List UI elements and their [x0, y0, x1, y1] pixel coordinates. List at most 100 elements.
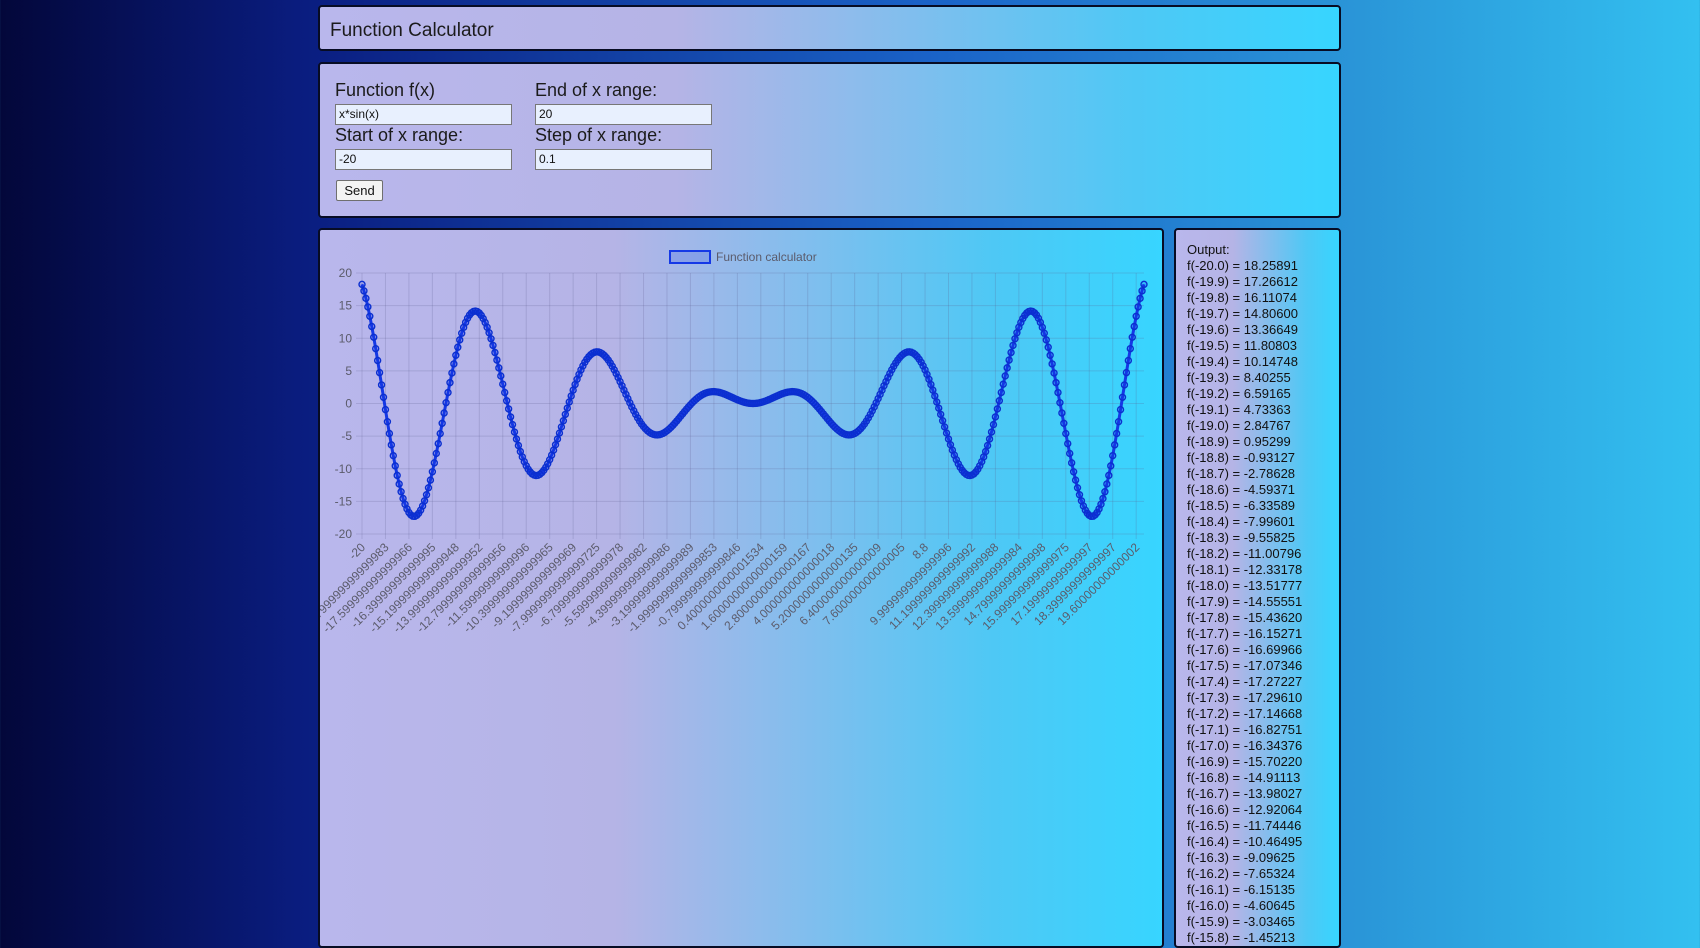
output-line: f(-17.7) = -16.15271 [1187, 626, 1303, 641]
end-range-input[interactable]: 20 [535, 104, 712, 125]
output-line: f(-19.4) = 10.14748 [1187, 354, 1298, 369]
data-point [1075, 491, 1084, 499]
output-line: f(-19.5) = 11.80803 [1187, 338, 1297, 353]
output-line: f(-19.6) = 13.36649 [1187, 322, 1298, 337]
data-point [452, 351, 460, 359]
output-line: f(-17.2) = -17.14668 [1187, 706, 1303, 721]
data-point [1120, 381, 1129, 389]
y-tick-label: -5 [341, 429, 352, 443]
output-line: f(-15.9) = -3.03465 [1187, 914, 1296, 929]
data-point [446, 378, 454, 387]
output-line: f(-15.8) = -1.45213 [1187, 930, 1296, 945]
output-line: f(-16.8) = -14.91113 [1187, 770, 1301, 785]
data-point [1040, 329, 1048, 337]
data-point [457, 329, 466, 337]
data-point [987, 428, 996, 436]
y-tick-label: 5 [345, 364, 352, 378]
data-point [983, 441, 992, 450]
data-point [1073, 484, 1082, 492]
function-label: Function f(x) [335, 80, 436, 100]
data-point [981, 447, 990, 456]
data-point [510, 428, 519, 436]
end-range-label: End of x range: [535, 80, 658, 100]
start-range-label: Start of x range: [335, 125, 464, 145]
data-point [377, 381, 386, 389]
data-point [491, 348, 499, 357]
send-button[interactable]: Send [336, 180, 383, 201]
data-point [501, 388, 509, 397]
data-point [391, 462, 399, 470]
data-point [428, 468, 437, 476]
data-point [456, 336, 464, 344]
function-input[interactable]: x*sin(x) [335, 104, 512, 125]
data-point [430, 459, 439, 467]
output-line: f(-17.0) = -16.34376 [1187, 738, 1303, 753]
data-point [1124, 356, 1133, 365]
data-point [424, 484, 433, 492]
output-line: f(-17.8) = -15.43620 [1187, 610, 1303, 625]
data-point [438, 419, 446, 428]
data-point [1054, 388, 1062, 397]
output-line: f(-19.2) = 6.59165 [1187, 386, 1291, 401]
data-point [1038, 323, 1047, 332]
output-line: f(-16.5) = -11.74446 [1187, 818, 1302, 833]
data-point [506, 413, 515, 421]
output-line: f(-18.7) = -2.78628 [1187, 466, 1296, 481]
data-point [1007, 348, 1015, 357]
data-point [450, 360, 458, 368]
output-line: f(-16.9) = -15.70220 [1187, 754, 1303, 769]
data-point [454, 343, 462, 351]
data-point [1140, 280, 1148, 289]
step-range-input[interactable]: 0.1 [535, 149, 712, 170]
data-point [561, 410, 570, 419]
data-point [370, 333, 378, 341]
data-point [444, 388, 452, 397]
output-line: f(-18.8) = -0.93127 [1187, 450, 1296, 465]
data-point [1058, 409, 1066, 417]
output-line: f(-18.1) = -12.33178 [1187, 562, 1303, 577]
data-point [942, 429, 951, 437]
output-panel: Output: f(-20.0) = 18.25891 f(-19.9) = 17… [1174, 228, 1341, 948]
data-point [432, 449, 440, 458]
output-line: f(-17.4) = -17.27227 [1187, 674, 1303, 689]
data-point [1116, 405, 1125, 414]
data-point [420, 497, 429, 505]
start-range-input[interactable]: -20 [335, 149, 512, 170]
data-point [1105, 471, 1113, 480]
data-point [436, 429, 444, 438]
legend-label: Function calculator [716, 250, 817, 264]
data-point [375, 368, 384, 377]
header-panel: Function Calculator [318, 5, 1341, 51]
data-point [1056, 398, 1064, 407]
y-tick-label: -20 [335, 527, 353, 541]
data-point [936, 410, 945, 419]
output-line: f(-18.3) = -9.55825 [1187, 530, 1296, 545]
output-line: f(-19.1) = 4.73363 [1187, 402, 1291, 417]
data-point [373, 356, 382, 365]
output-line: f(-18.6) = -4.59371 [1187, 482, 1296, 497]
data-point [379, 393, 388, 401]
output-line: f(-19.3) = 8.40255 [1187, 370, 1291, 385]
output-line: f(-18.2) = -11.00796 [1187, 546, 1302, 561]
data-point [1112, 429, 1121, 438]
data-point [512, 435, 521, 443]
data-point [487, 335, 495, 343]
output-line: f(-18.5) = -6.33589 [1187, 498, 1296, 513]
data-point [499, 380, 507, 388]
data-point [935, 404, 943, 412]
data-point [553, 435, 562, 443]
data-point [514, 441, 523, 450]
data-point [1071, 476, 1080, 484]
data-point [1009, 341, 1017, 350]
y-tick-label: -10 [335, 462, 353, 476]
data-point [1067, 459, 1076, 467]
data-point [489, 341, 497, 350]
output-line: f(-16.2) = -7.65324 [1187, 866, 1296, 881]
output-line: f(-16.3) = -9.09625 [1187, 850, 1296, 865]
data-point [364, 303, 372, 311]
data-point [371, 344, 380, 353]
data-point [1069, 468, 1078, 476]
data-point [358, 280, 366, 289]
data-point [434, 439, 442, 448]
data-point [995, 397, 1004, 405]
